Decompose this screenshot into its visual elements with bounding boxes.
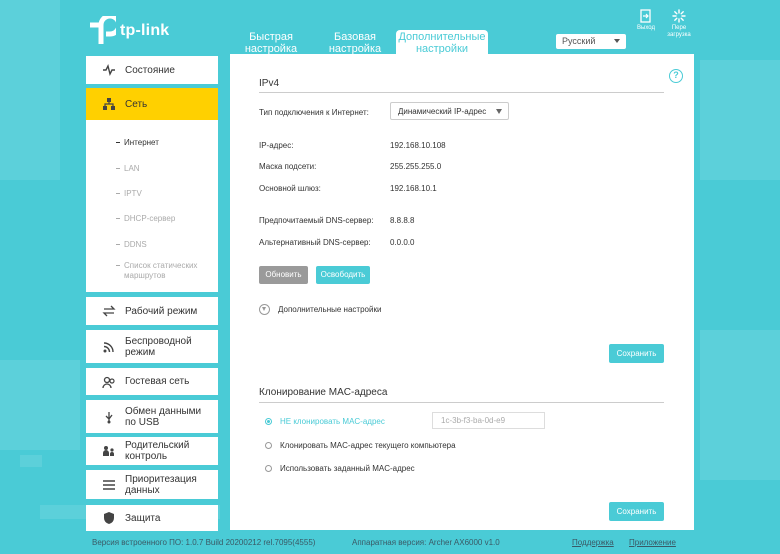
network-icon: [103, 98, 115, 110]
footer: Версия встроенного ПО: 1.0.7 Build 20200…: [0, 531, 780, 554]
connection-type-label: Тип подключения к Интернет:: [259, 108, 369, 117]
radio-label: НЕ клонировать MAC-адрес: [280, 417, 385, 426]
gateway-value: 192.168.10.1: [390, 184, 437, 193]
support-link[interactable]: Поддержка: [572, 538, 614, 547]
submenu-item-ddns[interactable]: DDNS: [116, 240, 147, 250]
chevron-down-icon: [496, 109, 502, 114]
save-button[interactable]: Сохранить: [609, 502, 664, 521]
tp-link-logo: tp-link: [86, 13, 170, 46]
reboot-button[interactable]: Пере загрузка: [664, 9, 694, 39]
sidebar-item-label: Приоритезация данных: [125, 473, 197, 496]
subnet-mask-label: Маска подсети:: [259, 162, 317, 171]
sidebar-item-label: Родительский контроль: [125, 440, 190, 462]
submenu-item-static-routes[interactable]: Список статических маршрутов: [116, 261, 212, 281]
advanced-settings-label: Дополнительные настройки: [278, 305, 382, 314]
logout-icon: [640, 9, 651, 23]
radio-no-clone[interactable]: НЕ клонировать MAC-адрес: [265, 417, 385, 426]
ip-address-label: IP-адрес:: [259, 141, 294, 150]
tab-basic-settings[interactable]: Базовая настройка: [320, 30, 390, 55]
logout-label: Выход: [637, 25, 655, 31]
sidebar-item-qos[interactable]: Приоритезация данных: [86, 470, 218, 499]
connection-type-value: Динамический IP-адрес: [398, 107, 487, 116]
sidebar-item-operation-mode[interactable]: Рабочий режим: [86, 297, 218, 325]
ipv4-section-title: IPv4: [259, 78, 280, 89]
sidebar-item-security[interactable]: Защита: [86, 505, 218, 531]
section-divider: [259, 402, 664, 403]
sidebar-item-label: Рабочий режим: [125, 305, 198, 317]
qos-icon: [103, 479, 115, 490]
submenu-item-dhcp[interactable]: DHCP-сервер: [116, 214, 175, 224]
ip-address-value: 192.168.10.108: [390, 141, 446, 150]
wireless-icon: [103, 341, 114, 352]
primary-dns-label: Предпочитаемый DNS-сервер:: [259, 216, 374, 225]
sidebar-item-guest-network[interactable]: Гостевая сеть: [86, 368, 218, 395]
tp-link-logo-icon: [86, 13, 122, 46]
radio-clone-current[interactable]: Клонировать MAC-адрес текущего компьютер…: [265, 441, 456, 450]
radio-button: [265, 465, 272, 472]
help-icon[interactable]: ?: [669, 69, 683, 83]
sidebar-item-parental-control[interactable]: Родительский контроль: [86, 437, 218, 465]
logout-button[interactable]: Выход: [632, 9, 660, 32]
sidebar-item-label: Обмен данными по USB: [125, 405, 202, 428]
primary-dns-value: 8.8.8.8: [390, 216, 415, 225]
sidebar-item-label: Состояние: [125, 64, 175, 76]
sidebar-item-label: Защита: [125, 512, 161, 524]
radio-button: [265, 418, 272, 425]
radio-button: [265, 442, 272, 449]
reboot-label: Пере загрузка: [667, 25, 691, 38]
language-select[interactable]: Русский: [556, 34, 626, 49]
mac-clone-section-title: Клонирование MAC-адреса: [259, 387, 388, 398]
submenu-item-lan[interactable]: LAN: [116, 164, 140, 174]
sidebar-item-label: Гостевая сеть: [125, 376, 190, 387]
hardware-version: Аппаратная версия: Archer AX6000 v1.0: [352, 538, 500, 547]
pulse-icon: [103, 63, 115, 77]
advanced-settings-toggle[interactable]: Дополнительные настройки: [259, 304, 381, 315]
sidebar-item-usb-sharing[interactable]: Обмен данными по USB: [86, 400, 218, 433]
app-link[interactable]: Приложение: [629, 538, 676, 547]
secondary-dns-value: 0.0.0.0: [390, 238, 415, 247]
settings-panel: IPv4 ? Тип подключения к Интернет: Динам…: [230, 54, 694, 530]
chevron-down-icon: [614, 39, 620, 43]
guest-icon: [102, 376, 115, 388]
radio-label: Использовать заданный MAC-адрес: [280, 464, 415, 473]
sidebar-item-status[interactable]: Состояние: [86, 56, 218, 84]
shield-icon: [103, 512, 115, 524]
tab-quick-setup[interactable]: Быстрая настройка: [234, 30, 308, 55]
sidebar-item-label: Сеть: [125, 98, 148, 110]
submenu-item-internet[interactable]: Интернет: [116, 138, 159, 148]
subnet-mask-value: 255.255.255.0: [390, 162, 442, 171]
sidebar-item-wireless[interactable]: Беспроводной режим: [86, 330, 218, 363]
secondary-dns-label: Альтернативный DNS-сервер:: [259, 238, 371, 247]
renew-button[interactable]: Обновить: [259, 266, 308, 284]
parental-icon: [103, 446, 114, 456]
mac-address-input[interactable]: 1c-3b-f3-ba-0d-e9: [432, 412, 545, 429]
sidebar-item-label: Беспроводной режим: [125, 335, 192, 358]
save-button[interactable]: Сохранить: [609, 344, 664, 363]
usb-icon: [105, 411, 113, 423]
language-selected: Русский: [562, 36, 596, 46]
radio-label: Клонировать MAC-адрес текущего компьютер…: [280, 441, 456, 450]
release-button[interactable]: Освободить: [316, 266, 370, 284]
brand-name: tp-link: [120, 22, 170, 39]
sidebar-item-network[interactable]: Сеть: [86, 88, 218, 120]
radio-use-custom[interactable]: Использовать заданный MAC-адрес: [265, 464, 415, 473]
chevron-down-icon: [259, 304, 270, 315]
gateway-label: Основной шлюз:: [259, 184, 321, 193]
submenu-item-iptv[interactable]: IPTV: [116, 189, 142, 199]
mode-icon: [102, 305, 116, 317]
firmware-version: Версия встроенного ПО: 1.0.7 Build 20200…: [92, 538, 316, 547]
section-divider: [259, 92, 664, 93]
reboot-icon: [672, 9, 686, 23]
network-submenu: Интернет LAN IPTV DHCP-сервер DDNS Списо…: [86, 120, 218, 292]
tab-advanced-settings[interactable]: Дополнительные настройки: [396, 30, 488, 56]
connection-type-select[interactable]: Динамический IP-адрес: [390, 102, 509, 120]
